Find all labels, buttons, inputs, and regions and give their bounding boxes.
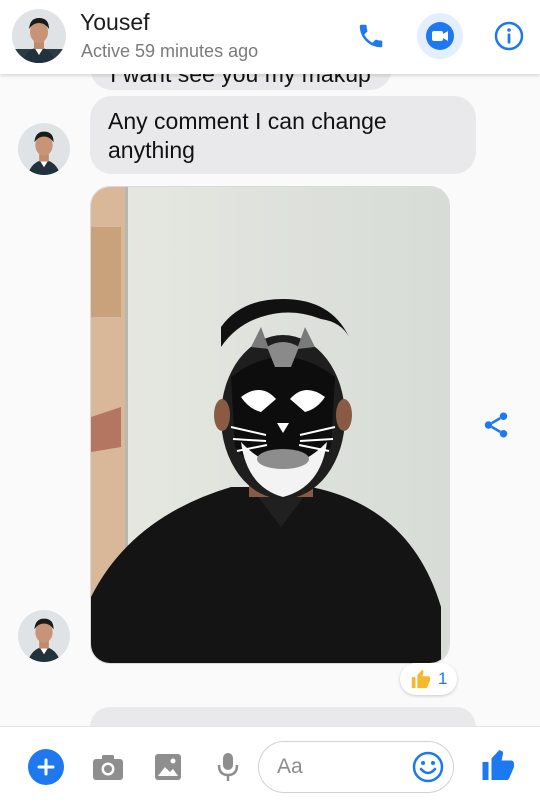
voice-message-button[interactable] [208,747,248,787]
microphone-icon [217,753,239,781]
info-icon [494,21,524,51]
thumbs-up-reaction-icon [411,669,431,689]
contact-avatar[interactable] [12,9,66,63]
camera-icon [93,755,123,780]
share-icon [484,412,508,438]
photo-attachment[interactable] [90,186,450,664]
thumbs-up-icon [482,750,514,780]
image-icon [155,754,181,780]
emoji-button[interactable] [411,750,445,784]
message-composer: Aa [0,726,540,804]
active-status: Active 59 minutes ago [81,41,259,61]
message-input-placeholder: Aa [277,755,303,778]
conversation-header: Yousef Active 59 minutes ago [0,0,540,74]
video-camera-icon [426,22,454,50]
plus-icon [37,758,55,776]
info-button[interactable] [486,13,532,59]
reaction-count: 1 [438,669,448,688]
sender-avatar[interactable] [18,610,70,662]
contact-name: Yousef [80,9,150,35]
voice-call-button[interactable] [348,13,394,59]
like-button[interactable] [478,743,520,787]
message-bubble[interactable]: Any comment I can change anything [90,96,476,174]
share-button[interactable] [478,407,514,443]
gallery-button[interactable] [148,747,188,787]
more-actions-button[interactable] [26,747,66,787]
camera-button[interactable] [88,747,128,787]
sender-avatar[interactable] [18,123,70,175]
phone-icon [359,24,383,48]
message-input[interactable]: Aa [258,741,454,793]
reaction-badge[interactable]: 1 [400,663,458,695]
video-call-button[interactable] [417,13,463,59]
smiley-icon [412,751,444,783]
message-text: Any comment I can change anything [108,108,387,163]
